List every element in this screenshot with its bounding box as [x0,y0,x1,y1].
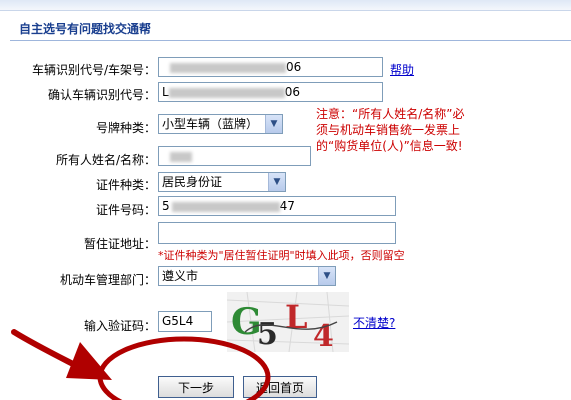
captcha-input[interactable]: G5L4 [158,311,212,332]
next-button[interactable]: 下一步 [158,376,234,398]
owner-name-label: 所有人姓名/名称： [55,153,156,167]
vehicle-office-label: 机动车管理部门： [59,273,156,287]
top-toolbar-strip [0,0,571,11]
vin-confirm-label: 确认车辆识别代号： [47,88,156,102]
chevron-down-icon[interactable]: ▼ [265,115,282,133]
captcha-char-2: 5 [257,317,278,352]
owner-name-masked [170,151,192,162]
vin-confirm-masked [168,87,285,98]
vin-confirm-input[interactable]: L 06 [158,82,383,102]
owner-name-notice: 注意：“所有人姓名/名称”必须与机动车销售统一发票上的“购货单位(人)”信息一致… [316,107,465,153]
vin-suffix: 06 [286,60,302,74]
annotation-arrow-head [66,342,112,380]
chevron-down-icon[interactable]: ▼ [268,173,285,191]
vin-confirm-prefix: L [162,85,169,99]
temp-address-input[interactable] [158,222,396,244]
page-title: 自主选号有问题找交通帮 [19,22,152,36]
back-home-button[interactable]: 返回首页 [243,376,317,398]
temp-address-label: 暂住证地址： [83,237,156,251]
vehicle-office-value: 遵义市 [162,269,199,283]
title-divider [10,40,571,41]
captcha-char-3: L [285,298,308,336]
help-link[interactable]: 帮助 [390,61,414,78]
id-number-input[interactable]: 5 47 [158,196,396,216]
captcha-char-4: 4 [313,319,334,352]
plate-type-label: 号牌种类： [95,121,156,135]
owner-name-input[interactable] [158,146,311,166]
vin-label: 车辆识别代号/车架号： [31,63,156,77]
captcha-image: G 5 L 4 [227,292,349,352]
chevron-down-icon[interactable]: ▼ [318,267,335,285]
plate-type-value: 小型车辆（蓝牌） [162,117,259,131]
captcha-unclear-link[interactable]: 不清楚? [353,314,395,331]
id-type-value: 居民身份证 [162,175,223,189]
vin-input[interactable]: 06 [158,57,383,77]
vin-confirm-suffix: 06 [284,85,300,99]
id-number-label: 证件号码： [95,203,156,217]
id-type-label: 证件种类： [95,178,156,192]
vehicle-office-select[interactable]: 遵义市 ▼ [158,266,336,286]
id-number-prefix: 5 [162,199,170,213]
plate-type-select[interactable]: 小型车辆（蓝牌） ▼ [158,114,283,134]
id-type-select[interactable]: 居民身份证 ▼ [158,172,286,192]
temp-address-hint: *证件种类为"居住暂住证明"时填入此项，否则留空 [158,249,405,262]
id-number-suffix: 47 [279,199,295,213]
vin-masked [170,62,286,73]
captcha-label: 输入验证码： [83,319,156,333]
annotation-arrow-shaft [11,329,99,379]
id-number-masked [171,201,280,212]
